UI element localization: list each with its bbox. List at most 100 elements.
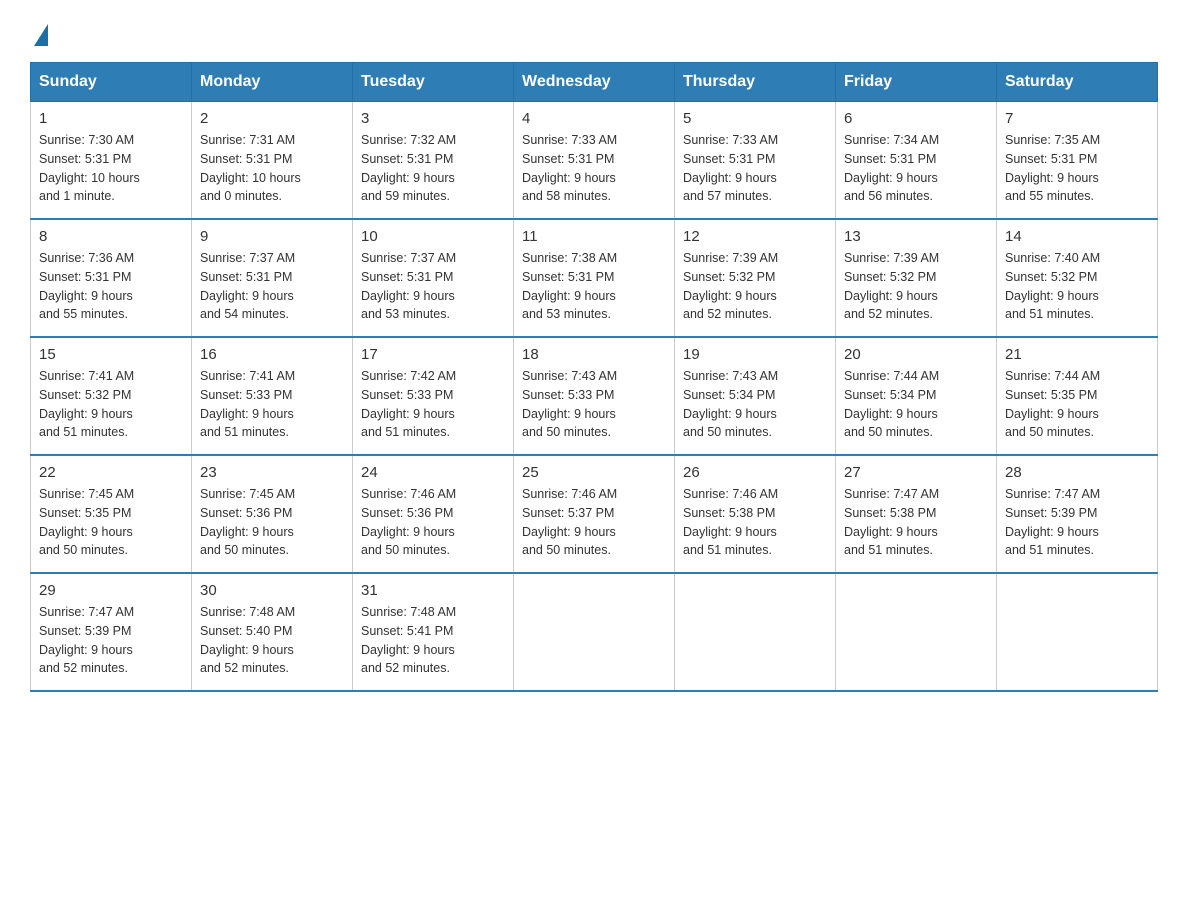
- day-info: Sunrise: 7:39 AMSunset: 5:32 PMDaylight:…: [844, 251, 939, 321]
- calendar-week-row: 15 Sunrise: 7:41 AMSunset: 5:32 PMDayligh…: [31, 337, 1158, 455]
- day-info: Sunrise: 7:30 AMSunset: 5:31 PMDaylight:…: [39, 133, 140, 203]
- day-number: 25: [522, 464, 666, 481]
- day-info: Sunrise: 7:41 AMSunset: 5:33 PMDaylight:…: [200, 369, 295, 439]
- day-info: Sunrise: 7:46 AMSunset: 5:37 PMDaylight:…: [522, 487, 617, 557]
- day-number: 15: [39, 346, 183, 363]
- day-number: 12: [683, 228, 827, 245]
- calendar-cell: 7 Sunrise: 7:35 AMSunset: 5:31 PMDaylight…: [997, 102, 1158, 220]
- day-number: 14: [1005, 228, 1149, 245]
- calendar-cell: [514, 573, 675, 691]
- calendar-week-row: 8Sunrise: 7:36 AMSunset: 5:31 PMDaylight…: [31, 219, 1158, 337]
- day-number: 7: [1005, 110, 1149, 127]
- calendar-cell: 18 Sunrise: 7:43 AMSunset: 5:33 PMDayligh…: [514, 337, 675, 455]
- logo-triangle-icon: [34, 24, 48, 46]
- calendar-cell: 10 Sunrise: 7:37 AMSunset: 5:31 PMDayligh…: [353, 219, 514, 337]
- header-tuesday: Tuesday: [353, 63, 514, 102]
- day-number: 28: [1005, 464, 1149, 481]
- day-info: Sunrise: 7:39 AMSunset: 5:32 PMDaylight:…: [683, 251, 778, 321]
- day-info: Sunrise: 7:34 AMSunset: 5:31 PMDaylight:…: [844, 133, 939, 203]
- calendar-cell: 19Sunrise: 7:43 AMSunset: 5:34 PMDayligh…: [675, 337, 836, 455]
- day-number: 27: [844, 464, 988, 481]
- day-number: 4: [522, 110, 666, 127]
- day-number: 17: [361, 346, 505, 363]
- day-info: Sunrise: 7:37 AMSunset: 5:31 PMDaylight:…: [361, 251, 456, 321]
- day-info: Sunrise: 7:40 AMSunset: 5:32 PMDaylight:…: [1005, 251, 1100, 321]
- day-info: Sunrise: 7:43 AMSunset: 5:33 PMDaylight:…: [522, 369, 617, 439]
- calendar-cell: 9 Sunrise: 7:37 AMSunset: 5:31 PMDaylight…: [192, 219, 353, 337]
- calendar-cell: 26 Sunrise: 7:46 AMSunset: 5:38 PMDayligh…: [675, 455, 836, 573]
- day-number: 11: [522, 228, 666, 245]
- calendar-week-row: 22 Sunrise: 7:45 AMSunset: 5:35 PMDayligh…: [31, 455, 1158, 573]
- calendar-cell: 2Sunrise: 7:31 AMSunset: 5:31 PMDaylight…: [192, 102, 353, 220]
- day-info: Sunrise: 7:44 AMSunset: 5:34 PMDaylight:…: [844, 369, 939, 439]
- day-info: Sunrise: 7:48 AMSunset: 5:40 PMDaylight:…: [200, 605, 295, 675]
- logo: [30, 20, 48, 42]
- calendar-cell: 30 Sunrise: 7:48 AMSunset: 5:40 PMDayligh…: [192, 573, 353, 691]
- calendar-cell: 20 Sunrise: 7:44 AMSunset: 5:34 PMDayligh…: [836, 337, 997, 455]
- day-info: Sunrise: 7:35 AMSunset: 5:31 PMDaylight:…: [1005, 133, 1100, 203]
- day-info: Sunrise: 7:41 AMSunset: 5:32 PMDaylight:…: [39, 369, 134, 439]
- calendar-cell: [836, 573, 997, 691]
- day-number: 2: [200, 110, 344, 127]
- header-saturday: Saturday: [997, 63, 1158, 102]
- day-number: 5: [683, 110, 827, 127]
- calendar-cell: [675, 573, 836, 691]
- calendar-cell: 1 Sunrise: 7:30 AMSunset: 5:31 PMDaylight…: [31, 102, 192, 220]
- day-number: 31: [361, 582, 505, 599]
- calendar-cell: 17 Sunrise: 7:42 AMSunset: 5:33 PMDayligh…: [353, 337, 514, 455]
- day-number: 26: [683, 464, 827, 481]
- day-info: Sunrise: 7:47 AMSunset: 5:39 PMDaylight:…: [1005, 487, 1100, 557]
- day-number: 18: [522, 346, 666, 363]
- day-number: 10: [361, 228, 505, 245]
- day-info: Sunrise: 7:45 AMSunset: 5:35 PMDaylight:…: [39, 487, 134, 557]
- day-info: Sunrise: 7:46 AMSunset: 5:36 PMDaylight:…: [361, 487, 456, 557]
- calendar-header-row: SundayMondayTuesdayWednesdayThursdayFrid…: [31, 63, 1158, 102]
- calendar-cell: 15 Sunrise: 7:41 AMSunset: 5:32 PMDayligh…: [31, 337, 192, 455]
- calendar-cell: 13 Sunrise: 7:39 AMSunset: 5:32 PMDayligh…: [836, 219, 997, 337]
- day-info: Sunrise: 7:37 AMSunset: 5:31 PMDaylight:…: [200, 251, 295, 321]
- day-info: Sunrise: 7:36 AMSunset: 5:31 PMDaylight:…: [39, 251, 134, 321]
- day-info: Sunrise: 7:45 AMSunset: 5:36 PMDaylight:…: [200, 487, 295, 557]
- calendar-cell: 16Sunrise: 7:41 AMSunset: 5:33 PMDayligh…: [192, 337, 353, 455]
- calendar-cell: 6 Sunrise: 7:34 AMSunset: 5:31 PMDaylight…: [836, 102, 997, 220]
- day-number: 19: [683, 346, 827, 363]
- header-friday: Friday: [836, 63, 997, 102]
- calendar-cell: 11Sunrise: 7:38 AMSunset: 5:31 PMDayligh…: [514, 219, 675, 337]
- day-number: 6: [844, 110, 988, 127]
- day-number: 13: [844, 228, 988, 245]
- header-wednesday: Wednesday: [514, 63, 675, 102]
- calendar-cell: 29 Sunrise: 7:47 AMSunset: 5:39 PMDayligh…: [31, 573, 192, 691]
- day-info: Sunrise: 7:47 AMSunset: 5:38 PMDaylight:…: [844, 487, 939, 557]
- day-info: Sunrise: 7:44 AMSunset: 5:35 PMDaylight:…: [1005, 369, 1100, 439]
- day-number: 21: [1005, 346, 1149, 363]
- day-number: 1: [39, 110, 183, 127]
- day-info: Sunrise: 7:33 AMSunset: 5:31 PMDaylight:…: [522, 133, 617, 203]
- day-info: Sunrise: 7:42 AMSunset: 5:33 PMDaylight:…: [361, 369, 456, 439]
- day-number: 22: [39, 464, 183, 481]
- day-info: Sunrise: 7:33 AMSunset: 5:31 PMDaylight:…: [683, 133, 778, 203]
- page-header: [30, 20, 1158, 42]
- day-number: 23: [200, 464, 344, 481]
- header-thursday: Thursday: [675, 63, 836, 102]
- calendar-cell: 31 Sunrise: 7:48 AMSunset: 5:41 PMDayligh…: [353, 573, 514, 691]
- day-info: Sunrise: 7:47 AMSunset: 5:39 PMDaylight:…: [39, 605, 134, 675]
- day-info: Sunrise: 7:46 AMSunset: 5:38 PMDaylight:…: [683, 487, 778, 557]
- day-info: Sunrise: 7:48 AMSunset: 5:41 PMDaylight:…: [361, 605, 456, 675]
- calendar-cell: 3Sunrise: 7:32 AMSunset: 5:31 PMDaylight…: [353, 102, 514, 220]
- calendar-cell: 27 Sunrise: 7:47 AMSunset: 5:38 PMDayligh…: [836, 455, 997, 573]
- calendar-cell: 25 Sunrise: 7:46 AMSunset: 5:37 PMDayligh…: [514, 455, 675, 573]
- calendar-cell: 22 Sunrise: 7:45 AMSunset: 5:35 PMDayligh…: [31, 455, 192, 573]
- header-monday: Monday: [192, 63, 353, 102]
- day-number: 9: [200, 228, 344, 245]
- day-number: 20: [844, 346, 988, 363]
- calendar-cell: 14 Sunrise: 7:40 AMSunset: 5:32 PMDayligh…: [997, 219, 1158, 337]
- calendar-table: SundayMondayTuesdayWednesdayThursdayFrid…: [30, 62, 1158, 692]
- day-info: Sunrise: 7:32 AMSunset: 5:31 PMDaylight:…: [361, 133, 456, 203]
- day-number: 30: [200, 582, 344, 599]
- calendar-week-row: 29 Sunrise: 7:47 AMSunset: 5:39 PMDayligh…: [31, 573, 1158, 691]
- calendar-cell: 24Sunrise: 7:46 AMSunset: 5:36 PMDayligh…: [353, 455, 514, 573]
- day-number: 29: [39, 582, 183, 599]
- calendar-cell: 12 Sunrise: 7:39 AMSunset: 5:32 PMDayligh…: [675, 219, 836, 337]
- calendar-cell: 8Sunrise: 7:36 AMSunset: 5:31 PMDaylight…: [31, 219, 192, 337]
- calendar-cell: 21 Sunrise: 7:44 AMSunset: 5:35 PMDayligh…: [997, 337, 1158, 455]
